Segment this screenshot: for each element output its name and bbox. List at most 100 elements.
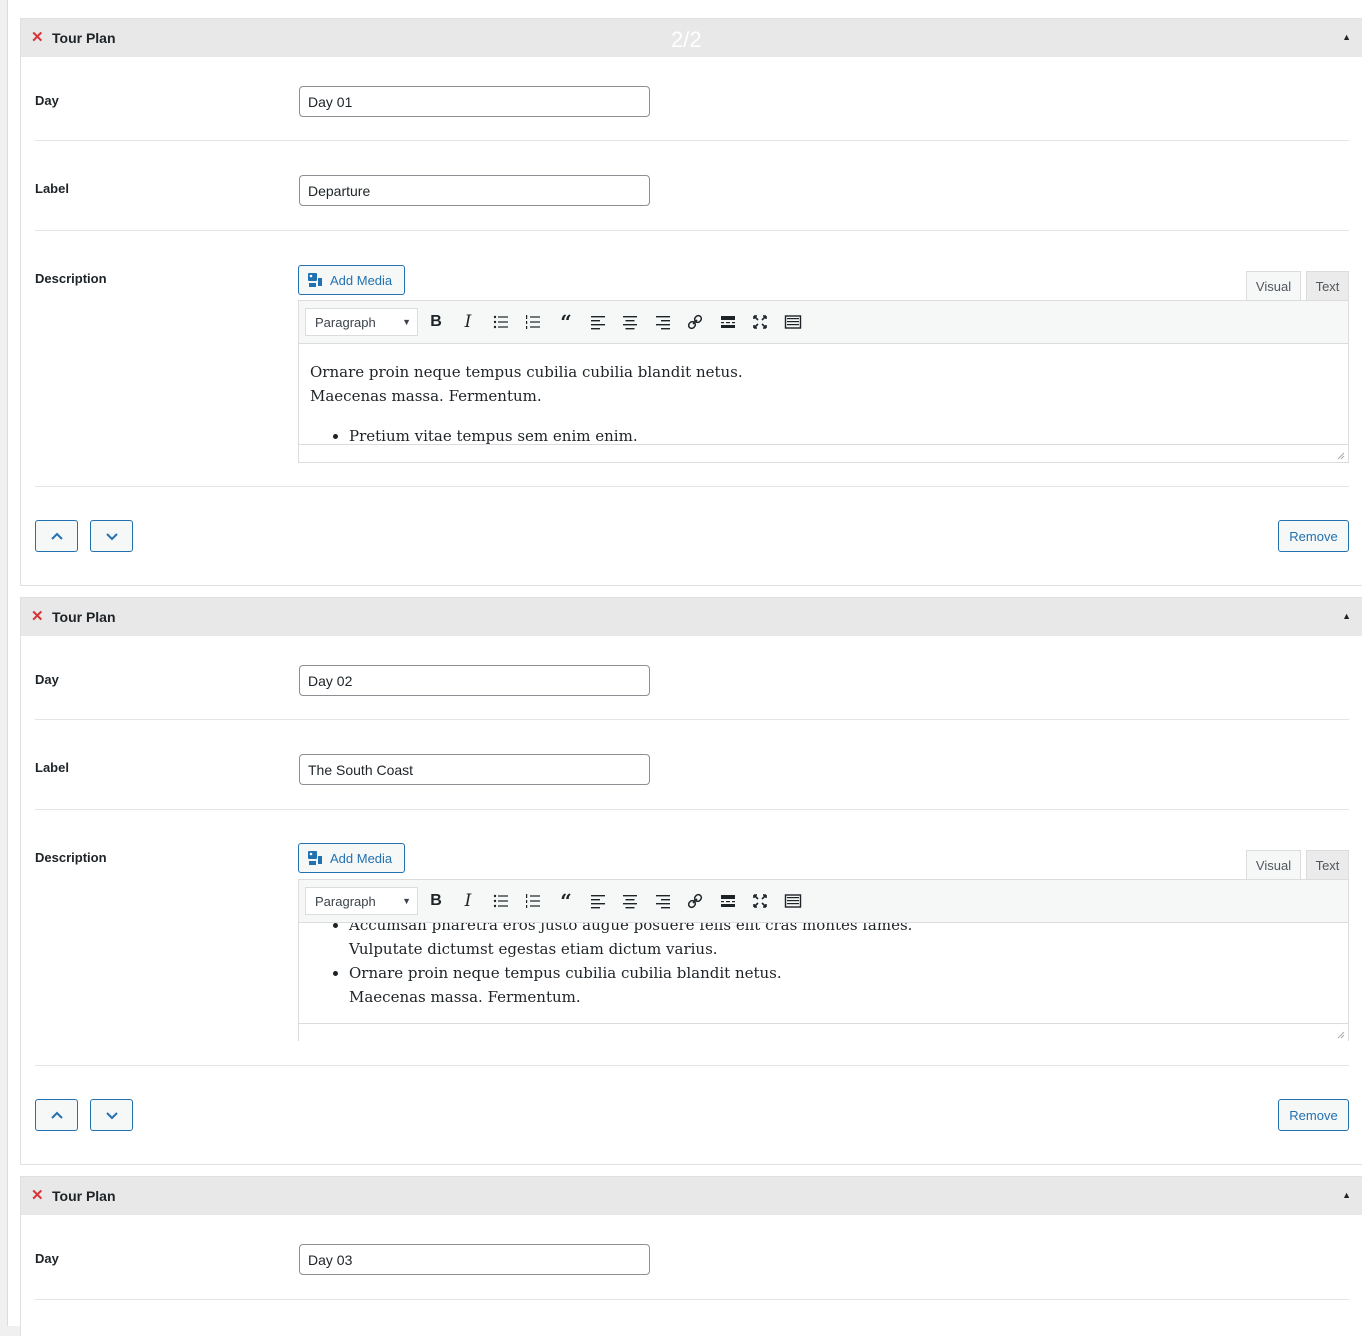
paragraph-line: Ornare proin neque tempus cubilia cubili… (310, 363, 743, 381)
fullscreen-icon[interactable] (749, 891, 771, 911)
list-item: Pretium vitae tempus sem enim enim. (349, 424, 1348, 444)
media-icon (308, 851, 322, 865)
bullet-list-icon[interactable] (490, 891, 512, 911)
day-input[interactable] (299, 86, 650, 117)
chevron-up-icon (50, 532, 63, 540)
label-input[interactable] (299, 754, 650, 785)
description-row: Description Add Media Visual Text Paragr… (35, 231, 1349, 487)
description-label: Description (35, 850, 107, 865)
remove-button[interactable]: Remove (1278, 520, 1349, 552)
resize-handle-icon[interactable] (1337, 1031, 1345, 1039)
paragraph-line: Maecenas massa. Fermentum. (310, 387, 542, 405)
day-row: Day (35, 1215, 1349, 1300)
day-label: Day (35, 1251, 59, 1266)
label-label: Label (35, 181, 69, 196)
add-media-label: Add Media (330, 272, 393, 288)
collapse-arrow-icon[interactable]: ▲ (1342, 1190, 1351, 1200)
tab-visual[interactable]: Visual (1246, 271, 1301, 301)
editor-content[interactable]: Ornare proin neque tempus cubilia cubili… (299, 344, 1348, 444)
tour-plan-panel-3: ✕ Tour Plan ▲ Day (20, 1176, 1362, 1336)
page-counter: 2/2 (671, 27, 702, 52)
panel-title: Tour Plan (52, 1188, 116, 1204)
fullscreen-icon[interactable] (749, 312, 771, 332)
label-label: Label (35, 760, 69, 775)
list-item: Ornare proin neque tempus cubilia cubili… (349, 961, 1348, 1009)
bold-icon[interactable]: B (425, 891, 447, 911)
toolbar-toggle-icon[interactable] (782, 891, 804, 911)
toolbar-toggle-icon[interactable] (782, 312, 804, 332)
day-input[interactable] (299, 1244, 650, 1275)
format-select[interactable]: Paragraph ▼ (305, 887, 418, 915)
chevron-down-icon (105, 1112, 118, 1120)
delete-icon[interactable]: ✕ (31, 608, 44, 626)
numbered-list-icon[interactable] (522, 312, 544, 332)
align-left-icon[interactable] (587, 891, 609, 911)
editor-content[interactable]: Accumsan pharetra eros justo augue posue… (299, 923, 1348, 1023)
bold-icon[interactable]: B (425, 312, 447, 332)
chevron-down-icon (105, 533, 118, 541)
panel-header[interactable]: ✕ Tour Plan 2/2 ▲ (21, 19, 1362, 57)
bullet-list-icon[interactable] (490, 312, 512, 332)
editor-toolbar: Paragraph ▼ B I “ (299, 880, 1348, 923)
link-icon[interactable] (684, 891, 706, 911)
move-up-button[interactable] (35, 1099, 78, 1131)
align-center-icon[interactable] (619, 891, 641, 911)
tab-visual[interactable]: Visual (1246, 850, 1301, 880)
read-more-icon[interactable] (717, 312, 739, 332)
add-media-label: Add Media (330, 850, 393, 866)
panel-title: Tour Plan (52, 30, 116, 46)
panel-header[interactable]: ✕ Tour Plan ▲ (21, 598, 1362, 636)
collapse-arrow-icon[interactable]: ▲ (1342, 611, 1351, 621)
blockquote-icon[interactable]: “ (555, 310, 577, 334)
tab-text[interactable]: Text (1306, 271, 1349, 301)
blockquote-icon[interactable]: “ (555, 889, 577, 913)
chevron-up-icon (50, 1111, 63, 1119)
editor-toolbar: Paragraph ▼ B I “ (299, 301, 1348, 344)
editor-status-bar (299, 1023, 1348, 1041)
align-right-icon[interactable] (652, 312, 674, 332)
page: ✕ Tour Plan 2/2 ▲ Day Label Description (7, 0, 1362, 1336)
description-editor: Paragraph ▼ B I “ Ornare proin neque tem… (298, 300, 1349, 463)
italic-icon[interactable]: I (457, 891, 479, 911)
format-value: Paragraph (315, 893, 376, 909)
media-icon (308, 273, 322, 287)
list-item-line: Pretium vitae tempus sem enim enim. (349, 427, 638, 444)
bullet-list: Pretium vitae tempus sem enim enim. (310, 424, 1348, 444)
move-up-button[interactable] (35, 520, 78, 552)
tab-text[interactable]: Text (1306, 850, 1349, 880)
format-select[interactable]: Paragraph ▼ (305, 308, 418, 336)
read-more-icon[interactable] (717, 891, 739, 911)
label-input[interactable] (299, 175, 650, 206)
list-item-line: Ornare proin neque tempus cubilia cubili… (349, 964, 782, 982)
delete-icon[interactable]: ✕ (31, 1187, 44, 1205)
description-label: Description (35, 271, 107, 286)
collapse-arrow-icon[interactable]: ▲ (1342, 32, 1351, 42)
description-editor: Paragraph ▼ B I “ • Accumsan pharetra er… (298, 879, 1349, 1041)
day-input[interactable] (299, 665, 650, 696)
resize-handle-icon[interactable] (1337, 452, 1345, 460)
panel-header[interactable]: ✕ Tour Plan ▲ (21, 1177, 1362, 1215)
move-down-button[interactable] (90, 520, 133, 552)
add-media-button[interactable]: Add Media (298, 843, 405, 873)
link-icon[interactable] (684, 312, 706, 332)
day-row: Day (35, 57, 1349, 141)
day-label: Day (35, 672, 59, 687)
list-item-line: Accumsan pharetra eros justo augue posue… (349, 923, 913, 934)
list-item: Accumsan pharetra eros justo augue posue… (349, 923, 1348, 961)
format-value: Paragraph (315, 314, 376, 330)
align-right-icon[interactable] (652, 891, 674, 911)
add-media-button[interactable]: Add Media (298, 265, 405, 295)
list-item-line: Maecenas massa. Fermentum. (349, 988, 581, 1006)
delete-icon[interactable]: ✕ (31, 29, 44, 47)
align-center-icon[interactable] (619, 312, 641, 332)
label-row: Label (35, 141, 1349, 231)
day-row: Day (35, 636, 1349, 720)
numbered-list-icon[interactable] (522, 891, 544, 911)
remove-button[interactable]: Remove (1278, 1099, 1349, 1131)
align-left-icon[interactable] (587, 312, 609, 332)
chevron-down-icon: ▼ (402, 896, 411, 906)
tour-plan-panel-2: ✕ Tour Plan ▲ Day Label Description Add … (20, 597, 1362, 1165)
italic-icon[interactable]: I (457, 312, 479, 332)
day-label: Day (35, 93, 59, 108)
move-down-button[interactable] (90, 1099, 133, 1131)
